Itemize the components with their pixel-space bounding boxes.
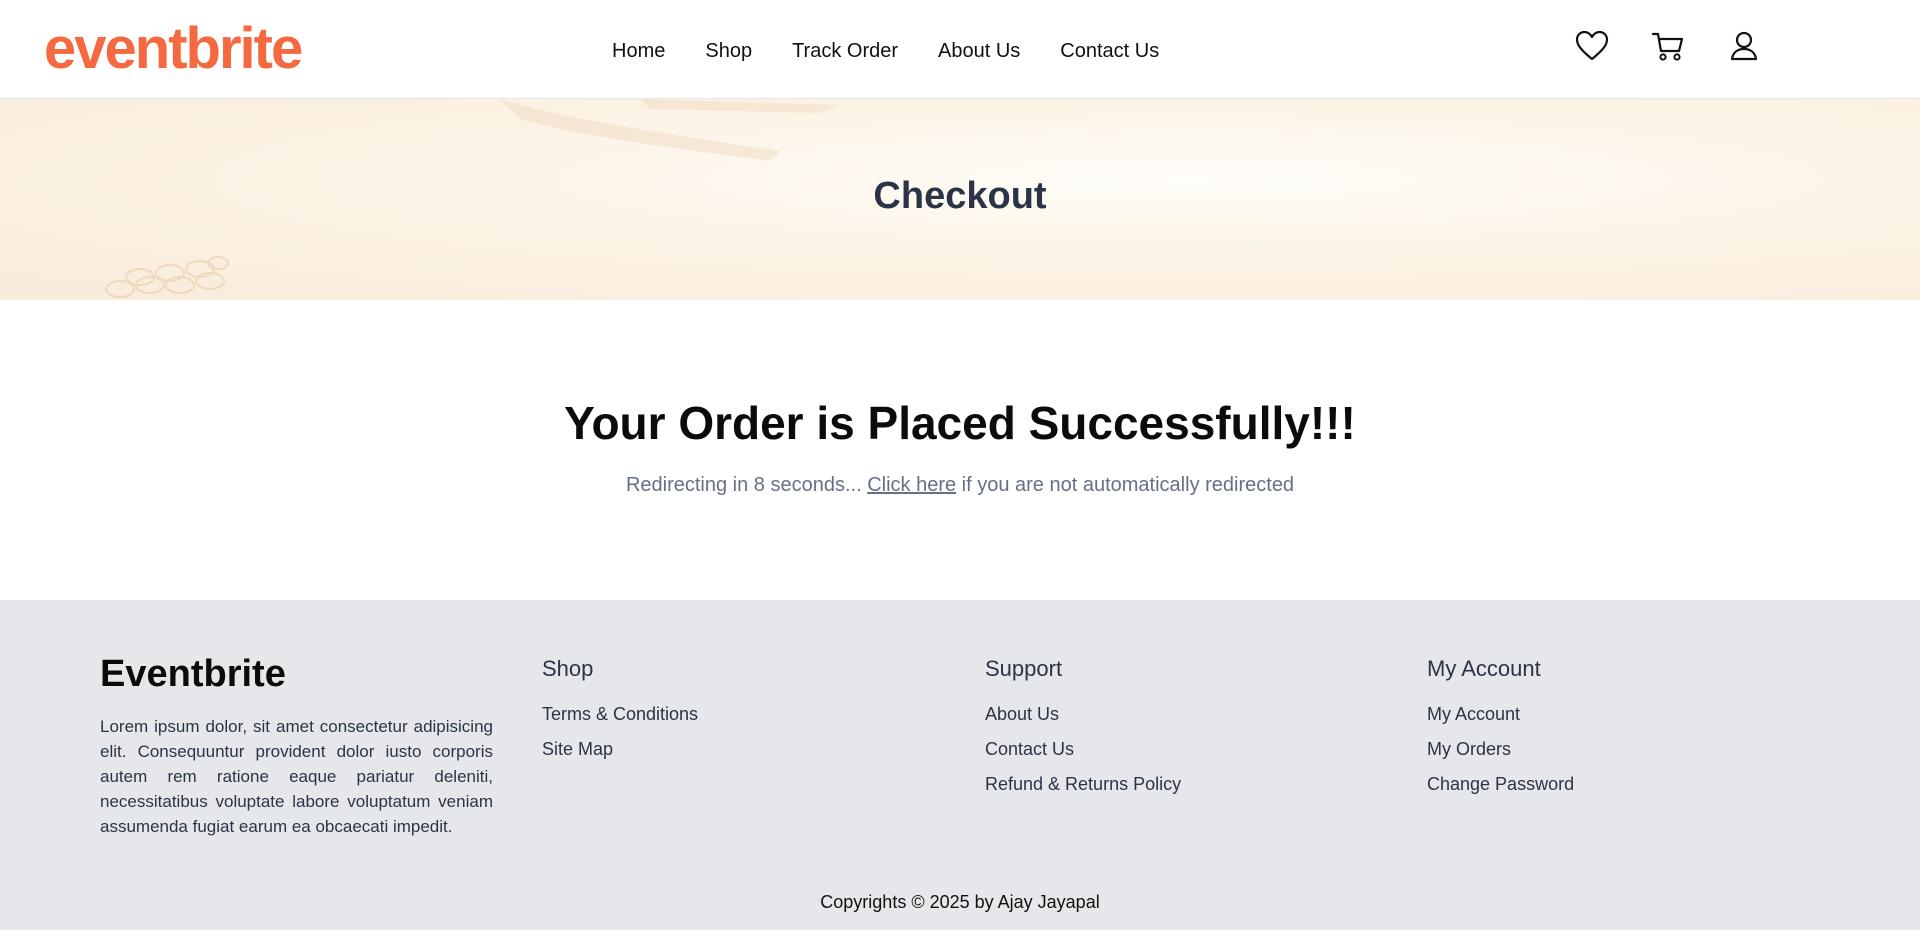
footer-link-contact[interactable]: Contact Us [985, 737, 1181, 762]
user-icon[interactable] [1726, 28, 1762, 64]
footer-brand: Eventbrite [100, 653, 286, 695]
footer-link-refund[interactable]: Refund & Returns Policy [985, 772, 1181, 797]
footer-link-terms[interactable]: Terms & Conditions [542, 702, 698, 727]
header-actions [1574, 28, 1762, 64]
footer-link-sitemap[interactable]: Site Map [542, 737, 698, 762]
main-nav: Home Shop Track Order About Us Contact U… [612, 34, 1159, 68]
cart-icon[interactable] [1650, 28, 1686, 64]
site-header: eventbrite Home Shop Track Order About U… [0, 0, 1920, 99]
heart-icon[interactable] [1574, 28, 1610, 64]
redirect-prefix: Redirecting in 8 seconds... [625, 474, 868, 496]
copyright-text: Copyrights © 2025 by Ajay Jayapal [820, 892, 1100, 912]
redirect-message: Redirecting in 8 seconds... Click here i… [0, 474, 1920, 497]
footer-link-my-account[interactable]: My Account [1427, 702, 1574, 727]
footer-about: Eventbrite Lorem ipsum dolor, sit amet c… [100, 650, 493, 839]
redirect-link[interactable]: Click here [867, 474, 956, 496]
site-footer: Eventbrite Lorem ipsum dolor, sit amet c… [0, 600, 1920, 930]
nav-shop-link[interactable]: Shop [705, 34, 752, 68]
footer-account-heading: My Account [1427, 656, 1541, 681]
footer-support-column: Support About Us Contact Us Refund & Ret… [985, 650, 1181, 797]
footer-support-heading: Support [985, 656, 1063, 681]
footer-shop-heading: Shop [542, 656, 594, 681]
nav-track-order-link[interactable]: Track Order [792, 34, 898, 68]
footer-description: Lorem ipsum dolor, sit amet consectetur … [100, 717, 493, 836]
page-banner: Checkout [0, 99, 1920, 300]
redirect-suffix: if you are not automatically redirected [956, 474, 1295, 496]
footer-shop-column: Shop Terms & Conditions Site Map [542, 650, 698, 762]
footer-link-about[interactable]: About Us [985, 702, 1181, 727]
nav-home-link[interactable]: Home [612, 34, 665, 68]
footer-link-change-password[interactable]: Change Password [1427, 772, 1574, 797]
nav-contact-us-link[interactable]: Contact Us [1060, 34, 1159, 68]
footer-link-my-orders[interactable]: My Orders [1427, 737, 1574, 762]
nav-about-us-link[interactable]: About Us [938, 34, 1020, 68]
footer-account-column: My Account My Account My Orders Change P… [1427, 650, 1574, 797]
page-title: Checkout [873, 175, 1047, 217]
site-logo[interactable]: eventbrite [44, 14, 303, 84]
success-heading: Your Order is Placed Successfully!!! [564, 397, 1356, 449]
